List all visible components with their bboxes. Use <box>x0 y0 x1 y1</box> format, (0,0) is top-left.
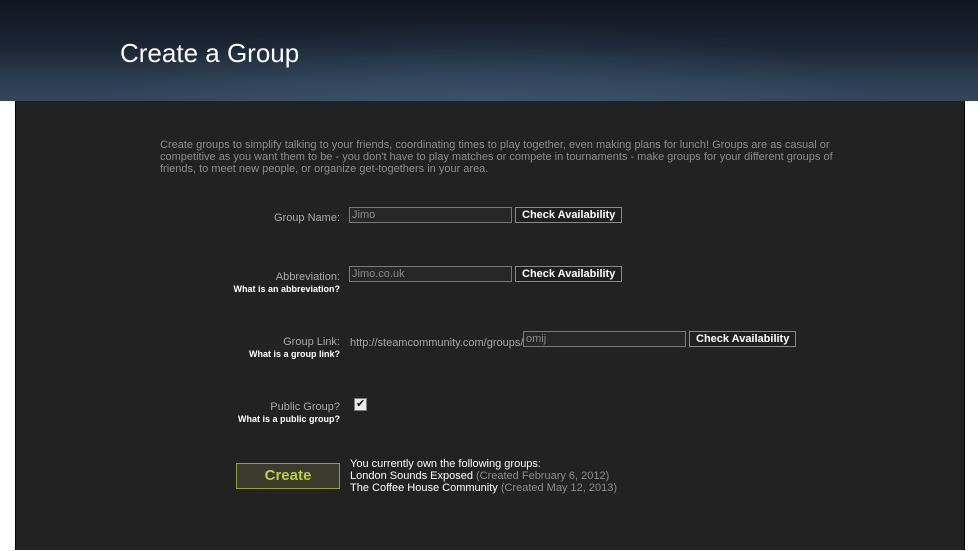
owned-group-name[interactable]: The Coffee House Community <box>350 482 498 494</box>
owned-groups-heading: You currently own the following groups: <box>350 458 541 470</box>
abbreviation-help-link[interactable]: What is an abbreviation? <box>140 284 340 294</box>
create-group-panel: Create groups to simplify talking to you… <box>15 101 965 550</box>
page-header: Create a Group <box>0 0 978 101</box>
create-button[interactable]: Create <box>236 463 340 489</box>
abbreviation-input[interactable]: Jimo.co.uk <box>349 266 512 282</box>
group-name-input[interactable]: Jimo <box>349 207 512 223</box>
group-link-help-link[interactable]: What is a group link? <box>140 349 340 359</box>
abbreviation-check-availability-button[interactable]: Check Availability <box>515 266 623 282</box>
group-name-check-availability-button[interactable]: Check Availability <box>515 207 623 223</box>
public-group-checkbox[interactable]: ✔ <box>354 397 367 411</box>
public-group-label: Public Group? <box>270 401 340 413</box>
checkmark-icon: ✔ <box>356 397 366 410</box>
owned-group-created: (Created February 6, 2012) <box>476 470 610 482</box>
group-name-label: Group Name: <box>273 212 340 224</box>
owned-groups: You currently own the following groups: … <box>350 458 617 494</box>
intro-text: Create groups to simplify talking to you… <box>160 139 833 175</box>
owned-group-created: (Created May 12, 2013) <box>500 482 617 494</box>
owned-group-item: The Coffee House Community (Created May … <box>350 482 617 494</box>
group-link-url-prefix: http://steamcommunity.com/groups/ <box>350 337 524 349</box>
owned-group-name[interactable]: London Sounds Exposed <box>350 470 473 482</box>
group-link-check-availability-button[interactable]: Check Availability <box>689 331 797 347</box>
owned-group-item: London Sounds Exposed (Created February … <box>350 470 617 482</box>
abbreviation-label: Abbreviation: <box>275 271 340 283</box>
page-title: Create a Group <box>120 38 300 68</box>
public-group-help-link[interactable]: What is a public group? <box>140 414 340 424</box>
group-link-label: Group Link: <box>283 336 340 348</box>
group-link-input[interactable]: omij <box>523 331 686 347</box>
